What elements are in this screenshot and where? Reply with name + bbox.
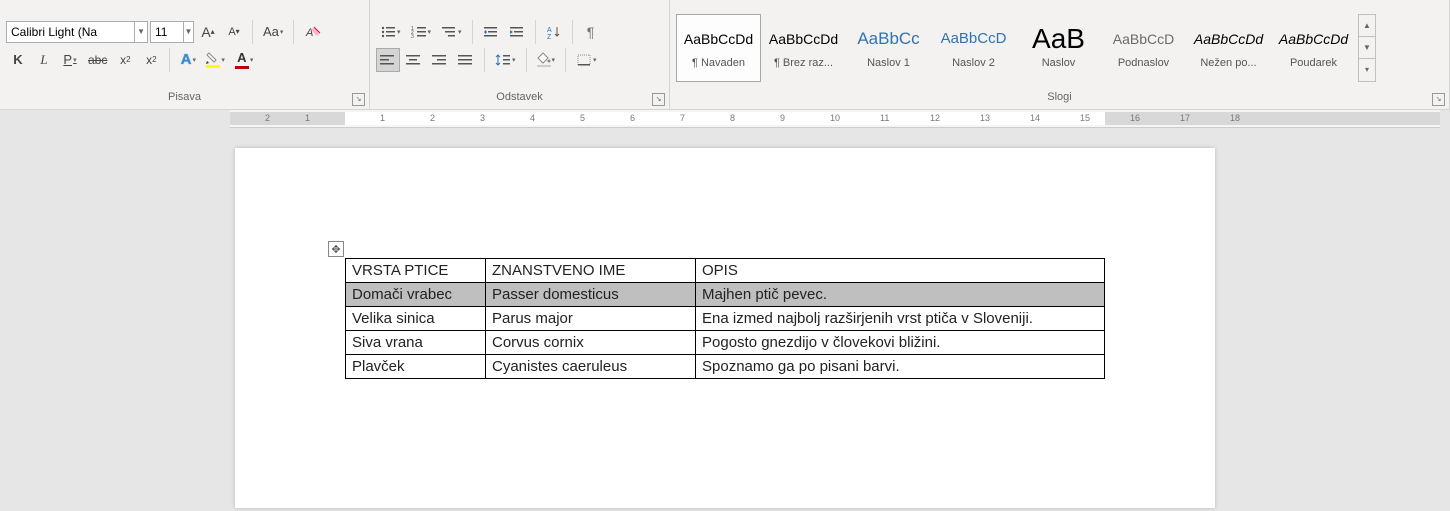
style-item-4[interactable]: AaBNaslov bbox=[1016, 14, 1101, 82]
table-cell[interactable]: Ena izmed najbolj razširjenih vrst ptiča… bbox=[696, 307, 1105, 331]
dialog-launcher-icon[interactable]: ↘ bbox=[652, 93, 665, 106]
table-cell[interactable]: Spoznamo ga po pisani barvi. bbox=[696, 355, 1105, 379]
dialog-launcher-icon[interactable]: ↘ bbox=[1432, 93, 1445, 106]
table-cell[interactable]: Passer domesticus bbox=[486, 283, 696, 307]
style-item-2[interactable]: AaBbCcNaslov 1 bbox=[846, 14, 931, 82]
subscript-button[interactable]: x2 bbox=[113, 48, 137, 72]
clear-format-button[interactable]: A bbox=[300, 20, 326, 44]
table-cell[interactable]: Corvus cornix bbox=[486, 331, 696, 355]
horizontal-ruler[interactable]: 21123456789101112131415161718 bbox=[230, 110, 1440, 128]
group-paragraph: ▾ 123▾ ▾ AZ ¶ ▾ bbox=[370, 0, 670, 109]
underline-button[interactable]: P▾ bbox=[58, 48, 82, 72]
grow-font-button[interactable]: A▴ bbox=[196, 20, 220, 44]
font-size-combo[interactable]: ▼ bbox=[150, 21, 194, 43]
shrink-font-button[interactable]: A▾ bbox=[222, 20, 246, 44]
style-item-0[interactable]: AaBbCcDd¶ Navaden bbox=[676, 14, 761, 82]
table-row[interactable]: Velika sinicaParus majorEna izmed najbol… bbox=[346, 307, 1105, 331]
font-name-combo[interactable]: ▼ bbox=[6, 21, 148, 43]
group-styles: AaBbCcDd¶ NavadenAaBbCcDd¶ Brez raz...Aa… bbox=[670, 0, 1450, 109]
svg-text:A: A bbox=[305, 27, 313, 39]
table-row[interactable]: PlavčekCyanistes caeruleusSpoznamo ga po… bbox=[346, 355, 1105, 379]
align-center-button[interactable] bbox=[402, 48, 426, 72]
table-row[interactable]: Siva vranaCorvus cornixPogosto gnezdijo … bbox=[346, 331, 1105, 355]
pilcrow-button[interactable]: ¶ bbox=[579, 20, 603, 44]
multilevel-button[interactable]: ▾ bbox=[437, 20, 466, 44]
style-item-1[interactable]: AaBbCcDd¶ Brez raz... bbox=[761, 14, 846, 82]
font-color-button[interactable]: A▾ bbox=[231, 48, 258, 72]
style-item-7[interactable]: AaBbCcDdPoudarek bbox=[1271, 14, 1356, 82]
table-header-cell[interactable]: OPIS bbox=[696, 259, 1105, 283]
table-cell[interactable]: Domači vrabec bbox=[346, 283, 486, 307]
table-cell[interactable]: Pogosto gnezdijo v človekovi bližini. bbox=[696, 331, 1105, 355]
style-item-6[interactable]: AaBbCcDdNežen po... bbox=[1186, 14, 1271, 82]
document-area: 21123456789101112131415161718 ✥ VRSTA PT… bbox=[0, 110, 1450, 511]
table-header-cell[interactable]: ZNANSTVENO IME bbox=[486, 259, 696, 283]
text-effects-button[interactable]: A▾ bbox=[176, 48, 200, 72]
style-item-5[interactable]: AaBbCcDPodnaslov bbox=[1101, 14, 1186, 82]
font-name-input[interactable] bbox=[7, 22, 134, 42]
chevron-down-icon[interactable]: ▼ bbox=[183, 22, 193, 42]
table-cell[interactable]: Cyanistes caeruleus bbox=[486, 355, 696, 379]
ribbon: ▼ ▼ A▴ A▾ Aa▾ A K L P▾ abc x bbox=[0, 0, 1450, 110]
shading-button[interactable]: ▾ bbox=[533, 48, 560, 72]
gallery-more-icon[interactable]: ▾ bbox=[1359, 59, 1375, 80]
font-size-input[interactable] bbox=[151, 22, 183, 42]
birds-table[interactable]: VRSTA PTICEZNANSTVENO IMEOPISDomači vrab… bbox=[345, 258, 1105, 379]
group-label-styles: Slogi ↘ bbox=[670, 87, 1449, 109]
line-spacing-button[interactable]: ▾ bbox=[491, 48, 520, 72]
sort-button[interactable]: AZ bbox=[542, 20, 566, 44]
justify-button[interactable] bbox=[454, 48, 478, 72]
page[interactable]: ✥ VRSTA PTICEZNANSTVENO IMEOPISDomači vr… bbox=[235, 148, 1215, 508]
svg-text:A: A bbox=[547, 27, 552, 34]
borders-button[interactable]: ▾ bbox=[572, 48, 601, 72]
svg-text:3: 3 bbox=[411, 34, 414, 39]
strike-button[interactable]: abc bbox=[84, 48, 111, 72]
table-cell[interactable]: Plavček bbox=[346, 355, 486, 379]
italic-button[interactable]: L bbox=[32, 48, 56, 72]
styles-gallery: AaBbCcDd¶ NavadenAaBbCcDd¶ Brez raz...Aa… bbox=[676, 14, 1443, 82]
inc-indent-button[interactable] bbox=[505, 20, 529, 44]
dialog-launcher-icon[interactable]: ↘ bbox=[352, 93, 365, 106]
group-label-font: Pisava ↘ bbox=[0, 87, 369, 109]
numbering-button[interactable]: 123▾ bbox=[407, 20, 436, 44]
gallery-down-icon[interactable]: ▼ bbox=[1359, 37, 1375, 59]
style-item-3[interactable]: AaBbCcDNaslov 2 bbox=[931, 14, 1016, 82]
dec-indent-button[interactable] bbox=[479, 20, 503, 44]
table-cell[interactable]: Majhen ptič pevec. bbox=[696, 283, 1105, 307]
change-case-button[interactable]: Aa▾ bbox=[259, 20, 287, 44]
table-row[interactable]: Domači vrabecPasser domesticusMajhen pti… bbox=[346, 283, 1105, 307]
table-header-cell[interactable]: VRSTA PTICE bbox=[346, 259, 486, 283]
highlight-button[interactable]: ▾ bbox=[202, 48, 229, 72]
gallery-scroll[interactable]: ▲▼▾ bbox=[1358, 14, 1376, 82]
svg-text:Z: Z bbox=[547, 34, 552, 39]
group-font: ▼ ▼ A▴ A▾ Aa▾ A K L P▾ abc x bbox=[0, 0, 370, 109]
chevron-down-icon[interactable]: ▼ bbox=[134, 22, 147, 42]
table-header-row[interactable]: VRSTA PTICEZNANSTVENO IMEOPIS bbox=[346, 259, 1105, 283]
table-move-handle-icon[interactable]: ✥ bbox=[328, 241, 344, 257]
superscript-button[interactable]: x2 bbox=[139, 48, 163, 72]
align-right-button[interactable] bbox=[428, 48, 452, 72]
table-cell[interactable]: Velika sinica bbox=[346, 307, 486, 331]
table-cell[interactable]: Parus major bbox=[486, 307, 696, 331]
table-cell[interactable]: Siva vrana bbox=[346, 331, 486, 355]
bullets-button[interactable]: ▾ bbox=[376, 20, 405, 44]
gallery-up-icon[interactable]: ▲ bbox=[1359, 15, 1375, 37]
bold-button[interactable]: K bbox=[6, 48, 30, 72]
group-label-paragraph: Odstavek ↘ bbox=[370, 87, 669, 109]
align-left-button[interactable] bbox=[376, 48, 400, 72]
